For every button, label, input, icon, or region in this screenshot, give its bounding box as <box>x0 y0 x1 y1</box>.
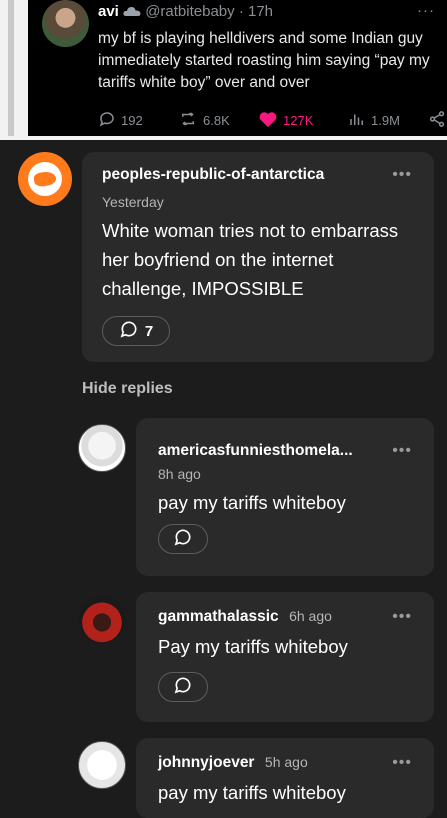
comment-icon <box>119 319 139 343</box>
reply-header: johnnyjoever 5h ago <box>158 754 308 772</box>
reply-card: americasfunniesthomela... ••• 8h ago pay… <box>136 418 434 576</box>
more-icon[interactable]: ··· <box>417 2 435 19</box>
reply-username[interactable]: johnnyjoever <box>158 754 254 771</box>
reply-header: gammathalassic 6h ago <box>158 608 332 626</box>
dot-separator: · <box>238 3 248 20</box>
tweet-screenshot: avi @ratbitebaby · 17h ··· my bf is play… <box>0 0 447 140</box>
like-count: 127K <box>283 113 314 128</box>
tweet-header: avi @ratbitebaby · 17h <box>98 3 273 20</box>
reply-card: gammathalassic 6h ago ••• Pay my tariffs… <box>136 592 434 722</box>
op-post-card: peoples-republic-of-antarctica ••• Yeste… <box>82 152 434 362</box>
retweet-count: 6.8K <box>203 113 230 128</box>
more-options-icon[interactable]: ••• <box>392 166 412 184</box>
tweet-avatar[interactable] <box>42 0 89 47</box>
reply-card: johnnyjoever 5h ago ••• pay my tariffs w… <box>136 738 434 818</box>
op-timestamp: Yesterday <box>102 194 164 210</box>
reply-avatar[interactable] <box>78 596 126 644</box>
tweet-action-bar: 192 6.8K 127K 1.9M <box>98 110 446 131</box>
share-icon <box>428 110 446 131</box>
tweet-text: my bf is playing helldivers and some Ind… <box>98 30 430 91</box>
comment-icon <box>173 527 193 551</box>
reply-button[interactable] <box>158 524 208 554</box>
screenshot-border <box>8 0 14 136</box>
reply-text: pay my tariffs whiteboy <box>158 782 346 803</box>
op-text: White woman tries not to embarrass her b… <box>102 220 399 299</box>
tweet-card: avi @ratbitebaby · 17h ··· my bf is play… <box>28 0 447 136</box>
reply-avatar[interactable] <box>78 424 126 472</box>
views-count: 1.9M <box>371 113 400 128</box>
like-action[interactable]: 127K <box>258 110 313 131</box>
retweet-icon <box>178 110 198 131</box>
reply-timestamp: 8h ago <box>158 466 201 482</box>
reply-text: pay my tariffs whiteboy <box>158 492 346 513</box>
reply-count-badge: 7 <box>144 322 154 340</box>
cloud-icon <box>123 3 145 20</box>
more-options-icon[interactable]: ••• <box>392 608 412 626</box>
reply-username[interactable]: gammathalassic <box>158 608 279 625</box>
reply-avatar[interactable] <box>78 741 126 789</box>
more-options-icon[interactable]: ••• <box>392 442 412 460</box>
reply-username[interactable]: americasfunniesthomela... <box>158 442 353 460</box>
views-action[interactable]: 1.9M <box>348 110 400 131</box>
heart-icon <box>258 110 278 131</box>
reply-button[interactable]: 7 <box>102 316 170 346</box>
op-avatar[interactable] <box>18 152 72 206</box>
reply-timestamp: 5h ago <box>264 754 308 770</box>
comment-icon <box>173 675 193 699</box>
antarctica-icon <box>28 162 62 196</box>
retweet-action[interactable]: 6.8K <box>178 110 230 131</box>
more-options-icon[interactable]: ••• <box>392 754 412 772</box>
reply-button[interactable] <box>158 672 208 702</box>
reply-text: Pay my tariffs whiteboy <box>158 636 348 657</box>
tweet-author-name[interactable]: avi <box>98 3 119 20</box>
bar-chart-icon <box>348 110 366 131</box>
share-action[interactable] <box>428 110 446 131</box>
tweet-time[interactable]: 17h <box>248 3 273 20</box>
reply-action[interactable]: 192 <box>98 110 143 131</box>
reply-timestamp: 6h ago <box>289 608 332 624</box>
tweet-handle[interactable]: @ratbitebaby <box>145 3 234 20</box>
hide-replies-link[interactable]: Hide replies <box>82 380 173 398</box>
reply-count: 192 <box>121 113 143 128</box>
reply-icon <box>98 110 116 131</box>
op-username[interactable]: peoples-republic-of-antarctica <box>102 166 324 184</box>
